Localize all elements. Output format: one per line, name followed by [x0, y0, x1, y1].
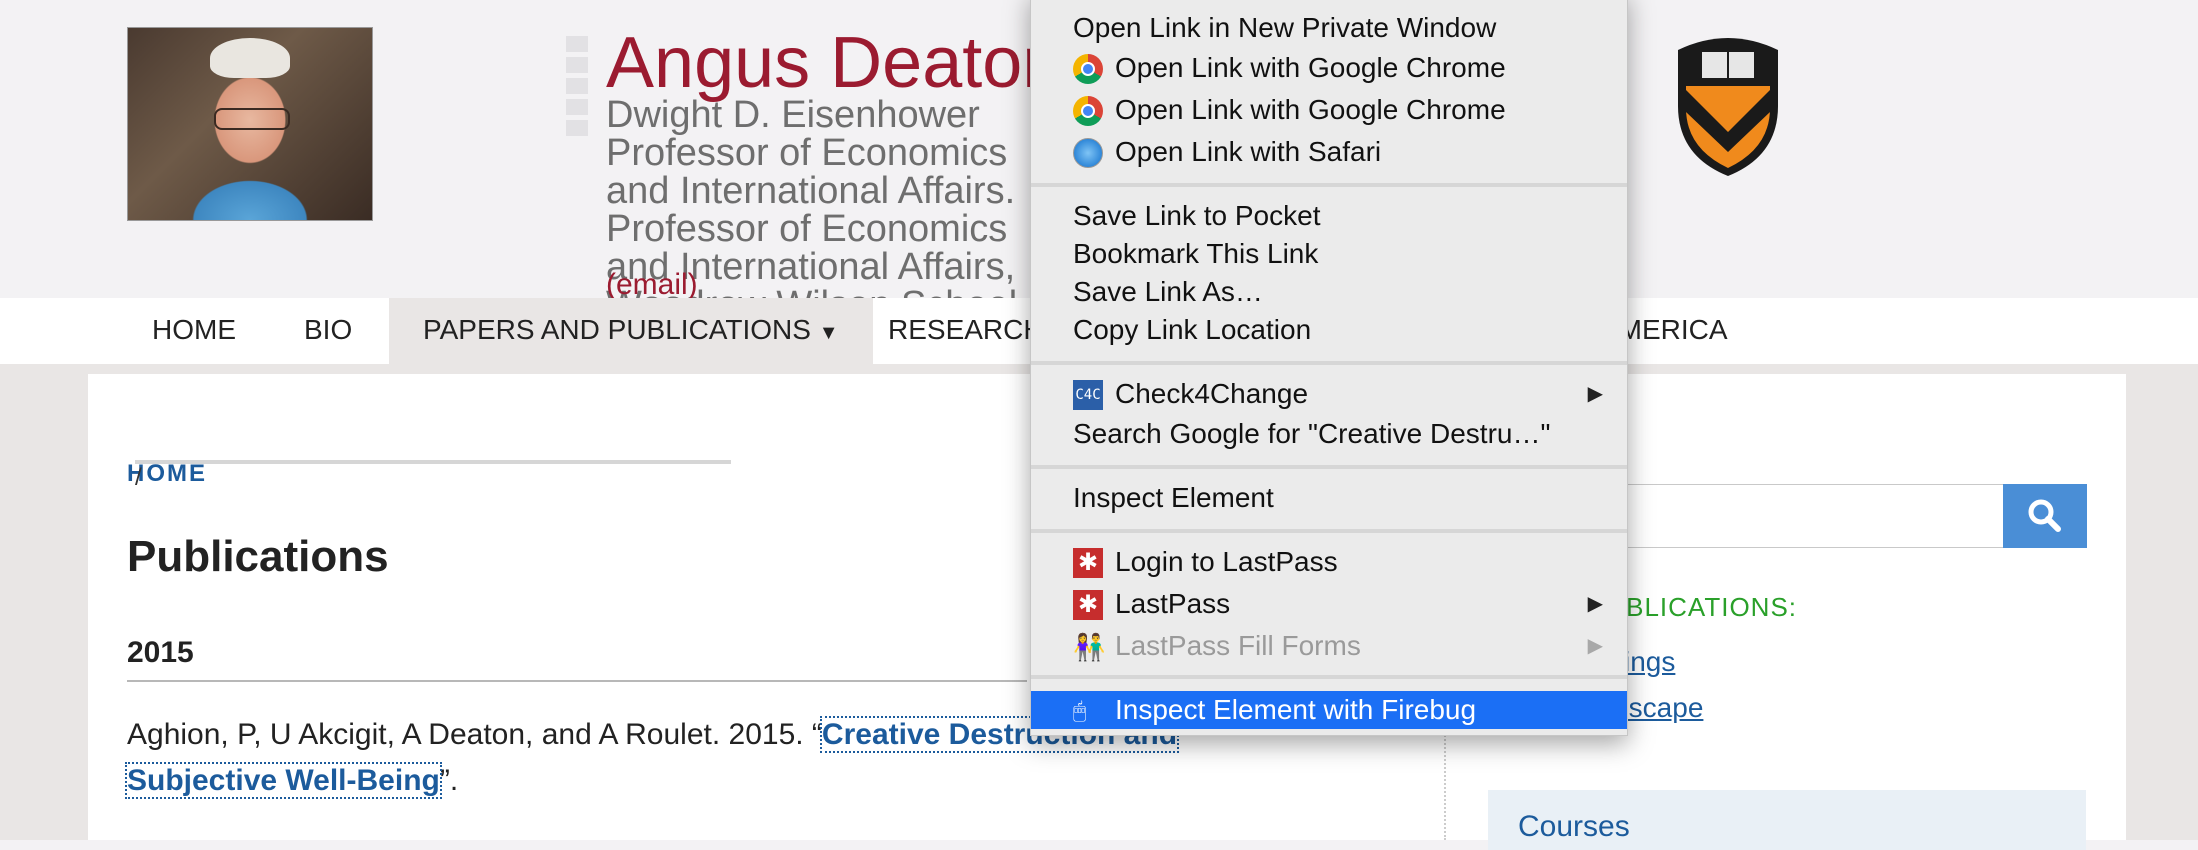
citation-authors: Aghion, P, U Akcigit, A Deaton, and A Ro… [127, 718, 822, 751]
safari-icon [1073, 138, 1103, 168]
chrome-icon [1073, 96, 1103, 126]
courses-link[interactable]: Courses [1518, 810, 1630, 844]
firebug-icon: 🖱 [1073, 698, 1087, 723]
lastpass-icon: ✱ [1073, 548, 1103, 578]
nav-bio[interactable]: BIO [304, 298, 352, 364]
menu-separator [1031, 465, 1627, 469]
menu-item-save-to-pocket[interactable]: Save Link to Pocket [1031, 197, 1627, 235]
princeton-shield-icon [1678, 38, 1778, 176]
site-title[interactable]: Angus Deaton [606, 22, 1062, 104]
citation-suffix: ”. [439, 764, 459, 797]
menu-item-bookmark-link[interactable]: Bookmark This Link [1031, 235, 1627, 273]
menu-item-copy-link-location[interactable]: Copy Link Location [1031, 311, 1627, 349]
year-heading: 2015 [127, 636, 194, 669]
menu-item-open-with-chrome-2[interactable]: Open Link with Google Chrome [1031, 91, 1627, 129]
menu-item-search-google[interactable]: Search Google for "Creative Destru…" [1031, 415, 1627, 453]
nav-home[interactable]: HOME [152, 298, 236, 364]
submenu-arrow-icon: ▶ [1587, 383, 1603, 405]
page-title: Publications [127, 532, 389, 581]
breadcrumb-separator: / [135, 460, 731, 491]
menu-item-login-lastpass[interactable]: ✱ Login to LastPass [1031, 543, 1627, 581]
menu-item-open-with-safari[interactable]: Open Link with Safari [1031, 133, 1627, 171]
menu-item-lastpass-fill-forms: 👫 LastPass Fill Forms ▶ [1031, 627, 1627, 665]
profile-photo [127, 27, 373, 221]
check4change-icon: C4C [1073, 380, 1103, 410]
decorative-bars [566, 36, 588, 141]
menu-item-check4change[interactable]: C4C Check4Change ▶ [1031, 375, 1627, 413]
context-menu: Open Link in New Private Window Open Lin… [1030, 0, 1628, 736]
fill-forms-icon: 👫 [1073, 632, 1106, 662]
email-link[interactable]: (email) [606, 268, 698, 302]
menu-item-lastpass[interactable]: ✱ LastPass ▶ [1031, 585, 1627, 623]
menu-item-save-link-as[interactable]: Save Link As… [1031, 273, 1627, 311]
submenu-arrow-icon: ▶ [1587, 593, 1603, 615]
menu-separator [1031, 361, 1627, 365]
nav-papers-label: PAPERS AND PUBLICATIONS [423, 314, 811, 345]
year-divider [127, 680, 1027, 682]
menu-item-inspect-element[interactable]: Inspect Element [1031, 479, 1627, 517]
menu-item-inspect-with-firebug[interactable]: 🖱 Inspect Element with Firebug [1031, 691, 1627, 729]
chrome-icon [1073, 54, 1103, 84]
menu-separator [1031, 183, 1627, 187]
lastpass-icon: ✱ [1073, 590, 1103, 620]
search-button[interactable] [2003, 484, 2087, 548]
menu-separator [1031, 675, 1627, 679]
nav-papers-and-publications[interactable]: PAPERS AND PUBLICATIONS ▼ [389, 298, 873, 364]
chevron-down-icon: ▼ [818, 322, 839, 344]
submenu-arrow-icon: ▶ [1587, 635, 1603, 657]
search-icon [2028, 499, 2061, 532]
menu-separator [1031, 529, 1627, 533]
breadcrumb: HOME / [127, 460, 731, 491]
nav-research[interactable]: RESEARCH [888, 298, 1044, 364]
menu-item-open-with-chrome[interactable]: Open Link with Google Chrome [1031, 49, 1627, 87]
menu-item-open-private-window[interactable]: Open Link in New Private Window [1031, 9, 1627, 47]
